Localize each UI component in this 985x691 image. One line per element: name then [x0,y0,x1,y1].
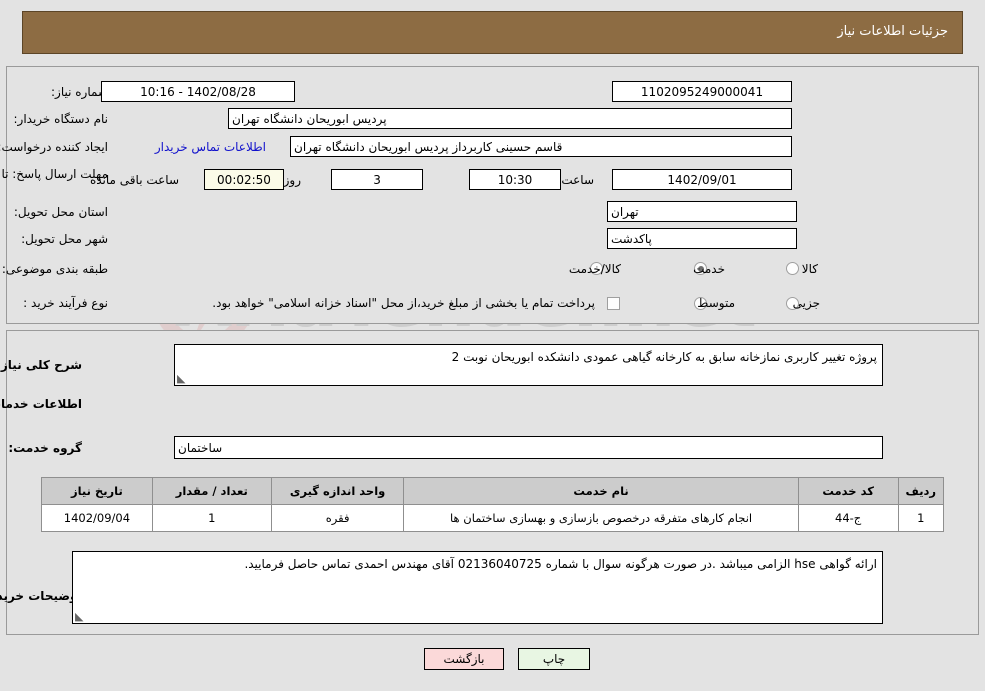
requester-label: ایجاد کننده درخواست: [0,140,108,154]
need-info-panel [6,66,979,324]
need-number-field[interactable]: 1102095249000041 [612,81,792,102]
deadline-time-field[interactable]: 10:30 [469,169,561,190]
buyer-notes-label: توضیحات خریدار: [0,589,82,603]
buyer-notes-value: ارائه گواهی hse الزامی میباشد .در صورت ه… [244,557,877,571]
need-summary-label: شرح کلی نیاز: [0,358,82,372]
province-label: استان محل تحویل: [13,205,108,219]
treasury-bond-label: پرداخت تمام یا بخشی از مبلغ خرید،از محل … [212,296,595,310]
service-group-label: گروه خدمت: [8,441,82,455]
resize-grip-icon[interactable]: ◢ [177,372,189,385]
city-label: شهر محل تحویل: [21,232,108,246]
col-service-name: نام خدمت [403,477,799,505]
province-field[interactable]: تهران [607,201,797,222]
deadline-date-field[interactable]: 1402/09/01 [612,169,792,190]
col-service-code: کد خدمت [797,477,899,505]
radio-purchase-motevaset-label: متوسط [697,296,735,310]
radio-purchase-jozei-label: جزیی [792,296,820,310]
col-quantity: تعداد / مقدار [151,477,272,505]
radio-category-kala[interactable] [786,262,799,275]
back-button[interactable]: بازگشت [424,648,504,670]
resize-grip-icon-notes[interactable]: ◢ [75,610,87,623]
page-title-bar: جزئیات اطلاعات نیاز [22,11,963,54]
radio-category-kala-khedmat-label: کالا/خدمت [568,262,621,276]
col-row-no: ردیف [897,477,945,505]
cell-service-name: انجام کارهای متفرقه درخصوص بازسازی و بهس… [403,504,799,532]
hour-label: ساعت [561,173,594,187]
cell-need-date: 1402/09/04 [41,504,153,532]
radio-category-khedmat-label: خدمت [693,262,725,276]
city-field[interactable]: پاکدشت [607,228,797,249]
cell-service-code: ج-44 [797,504,899,532]
services-section-title: اطلاعات خدمات مورد نیاز [0,397,82,411]
page-title: جزئیات اطلاعات نیاز [837,24,948,39]
days-left-field[interactable]: 3 [331,169,423,190]
col-need-date: تاریخ نیاز [41,477,153,505]
announce-datetime-field[interactable]: 1402/08/28 - 10:16 [101,81,295,102]
table-row: 1 ج-44 انجام کارهای متفرقه درخصوص بازساز… [41,504,945,532]
service-group-field[interactable]: ساختمان [174,436,883,459]
col-unit: واحد اندازه گیری [270,477,405,505]
need-summary-textarea[interactable]: پروژه تغییر کاربری نمازخانه سابق به کارخ… [174,344,883,386]
buyer-contact-link[interactable]: اطلاعات تماس خریدار [155,140,266,154]
buyer-org-field[interactable]: پردیس ابوریحان دانشگاه تهران [228,108,792,129]
category-label: طبقه بندی موضوعی: [1,262,108,276]
buyer-org-label: نام دستگاه خریدار: [13,112,109,126]
purchase-type-label: نوع فرآیند خرید : [23,296,108,310]
print-button[interactable]: چاپ [518,648,590,670]
buyer-notes-textarea[interactable]: ارائه گواهی hse الزامی میباشد .در صورت ه… [72,551,883,624]
time-left-field: 00:02:50 [204,169,284,190]
requester-field[interactable]: قاسم حسینی کاربرداز پردیس ابوریحان دانشگ… [290,136,792,157]
need-number-label: شماره نیاز: [51,85,108,99]
table-header-row: ردیف کد خدمت نام خدمت واحد اندازه گیری ت… [41,477,945,505]
need-summary-value: پروژه تغییر کاربری نمازخانه سابق به کارخ… [451,350,877,364]
radio-category-kala-label: کالا [801,262,818,276]
remaining-label: ساعت باقی مانده [89,173,179,187]
treasury-bond-checkbox[interactable] [607,297,620,310]
cell-quantity: 1 [151,504,272,532]
cell-unit: فقره [270,504,405,532]
services-table: ردیف کد خدمت نام خدمت واحد اندازه گیری ت… [41,477,945,532]
cell-row-no: 1 [897,504,945,532]
